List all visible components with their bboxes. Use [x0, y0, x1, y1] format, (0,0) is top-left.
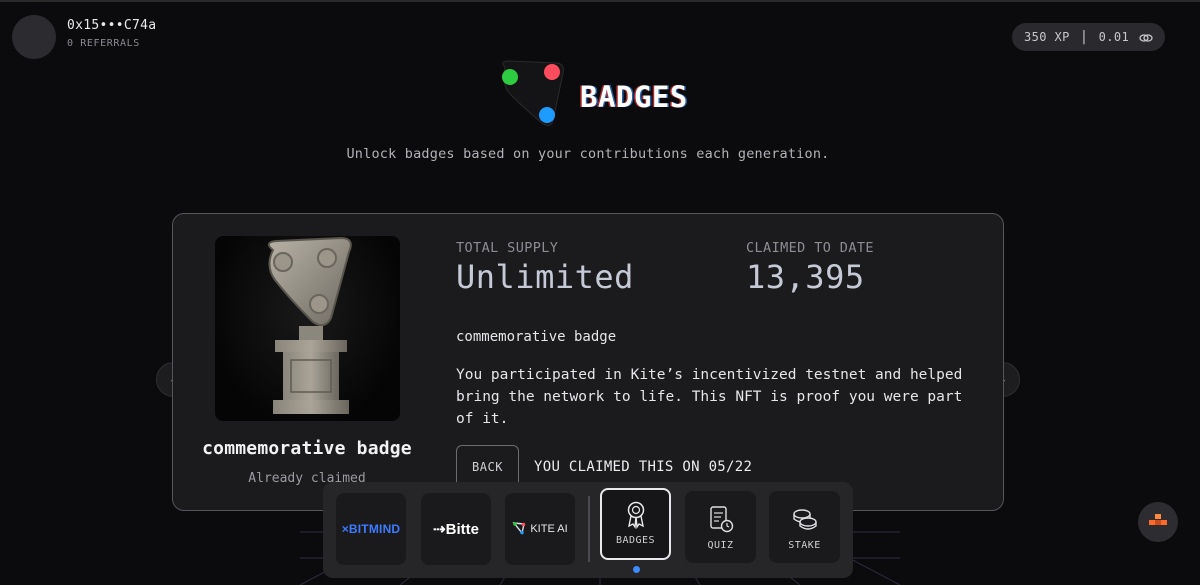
- partner-kite-ai-tile[interactable]: KITE AI: [505, 493, 575, 565]
- kite-logo-icon: [1146, 512, 1170, 532]
- badge-image: [215, 236, 400, 421]
- wallet-address[interactable]: 0x15•••C74a: [67, 18, 156, 33]
- claimed-on-text: YOU CLAIMED THIS ON 05/22: [534, 459, 753, 475]
- claimed-to-date-value: 13,395: [746, 258, 865, 296]
- badge-description: You participated in Kite’s incentivized …: [456, 367, 963, 427]
- kite-ai-icon: [512, 520, 526, 539]
- bitte-prefix: ⇢: [433, 521, 446, 538]
- active-indicator-dot: [633, 566, 640, 573]
- nav-stake-label: STAKE: [788, 540, 821, 551]
- pill-separator: |: [1079, 29, 1089, 45]
- floating-launcher-button[interactable]: [1138, 502, 1178, 542]
- bitmind-prefix: ×: [341, 522, 349, 536]
- xp-value: 350 XP: [1024, 30, 1070, 44]
- coins-icon: [1139, 32, 1153, 42]
- nav-quiz-label: QUIZ: [707, 540, 734, 551]
- description-title: commemorative badge: [456, 329, 617, 345]
- badge-name: commemorative badge: [202, 438, 412, 459]
- kite-ai-label: KITE AI: [530, 523, 568, 535]
- page-subtitle: Unlock badges based on your contribution…: [346, 146, 830, 162]
- dock-divider: [588, 496, 590, 562]
- total-supply-value: Unlimited: [456, 258, 634, 296]
- avatar[interactable]: [12, 15, 56, 59]
- xp-balance-pill[interactable]: 350 XP | 0.01: [1012, 23, 1166, 51]
- bottom-dock: ×BITMIND ⇢Bitte KITE AI BADGES QUIZ STAK…: [323, 482, 853, 578]
- nav-badges-button[interactable]: BADGES: [600, 488, 671, 560]
- bitmind-logo: ×BITMIND: [342, 522, 401, 536]
- claimed-to-date-label: CLAIMED TO DATE: [746, 240, 874, 256]
- nav-stake-button[interactable]: STAKE: [769, 491, 840, 563]
- quiz-clipboard-icon: [706, 504, 736, 534]
- badge-card: commemorative badge Already claimed TOTA…: [172, 213, 1004, 511]
- nav-quiz-button[interactable]: QUIZ: [685, 491, 756, 563]
- top-border: [0, 0, 1200, 2]
- partner-bitte-tile[interactable]: ⇢Bitte: [421, 493, 491, 565]
- stake-coins-icon: [790, 504, 820, 534]
- bitte-logo: ⇢Bitte: [433, 520, 479, 538]
- nav-badges-label: BADGES: [615, 535, 656, 546]
- badge-ribbon-icon: [621, 499, 651, 530]
- bitte-label: Bitte: [445, 521, 479, 538]
- partner-bitmind-tile[interactable]: ×BITMIND: [336, 493, 406, 565]
- total-supply-label: TOTAL SUPPLY: [456, 240, 559, 256]
- token-balance: 0.01: [1098, 30, 1130, 44]
- bitmind-label: BITMIND: [348, 522, 401, 536]
- page-title: BADGES: [580, 80, 688, 114]
- badges-logo-icon: [495, 57, 567, 129]
- referrals-count: 0 REFERRALS: [67, 38, 140, 49]
